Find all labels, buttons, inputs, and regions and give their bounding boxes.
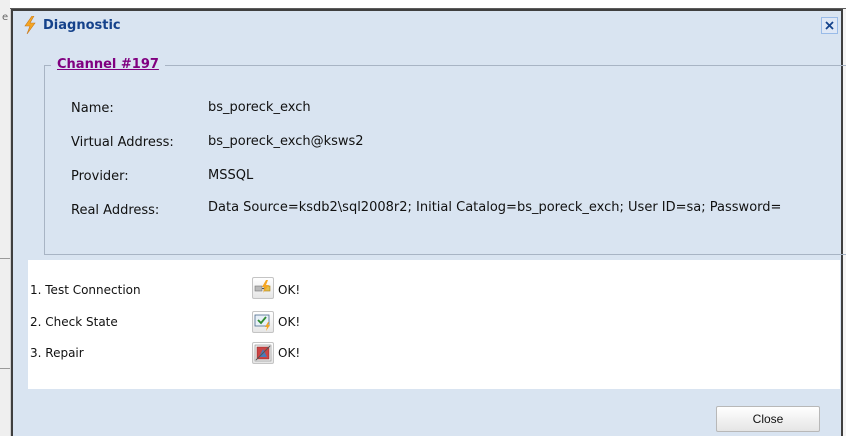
provider-label: Provider: — [71, 169, 129, 184]
diagnostic-actions-panel: 1. Test Connection OK! 2. Check State OK — [28, 260, 840, 390]
name-value: bs_poreck_exch — [208, 100, 311, 115]
background-window-edge: e — [0, 0, 11, 436]
background-divider — [0, 368, 10, 369]
repair-icon[interactable] — [252, 342, 274, 364]
repair-label: 3. Repair — [30, 346, 84, 360]
close-icon[interactable] — [821, 17, 838, 34]
name-label: Name: — [71, 101, 114, 116]
test-connection-label: 1. Test Connection — [30, 283, 141, 297]
check-state-icon[interactable] — [252, 311, 274, 333]
virtual-address-label: Virtual Address: — [71, 135, 174, 150]
plug-connection-icon[interactable] — [252, 277, 274, 299]
diagnostic-dialog: Diagnostic Channel #197 Name: bs_poreck_… — [11, 9, 846, 436]
screen: e Diagnostic Channel #197 Name: bs_porec… — [0, 0, 846, 436]
check-state-label: 2. Check State — [30, 315, 118, 329]
channel-link[interactable]: Channel #197 — [51, 57, 165, 72]
dialog-title: Diagnostic — [43, 18, 121, 33]
channel-info-panel: Channel #197 Name: bs_poreck_exch Virtua… — [29, 41, 846, 260]
real-address-value: Data Source=ksdb2\sql2008r2; Initial Cat… — [208, 200, 782, 215]
repair-result: OK! — [278, 346, 301, 360]
provider-value: MSSQL — [208, 168, 254, 183]
channel-fieldset — [44, 65, 846, 255]
test-connection-result: OK! — [278, 283, 301, 297]
lightning-icon — [23, 15, 37, 35]
background-text: e — [2, 12, 9, 23]
real-address-label: Real Address: — [71, 203, 160, 218]
background-window-top — [10, 0, 846, 9]
virtual-address-value: bs_poreck_exch@ksws2 — [208, 134, 364, 149]
check-state-result: OK! — [278, 315, 301, 329]
background-divider — [0, 258, 10, 259]
close-button[interactable]: Close — [716, 406, 820, 432]
dialog-titlebar[interactable]: Diagnostic — [13, 11, 841, 41]
